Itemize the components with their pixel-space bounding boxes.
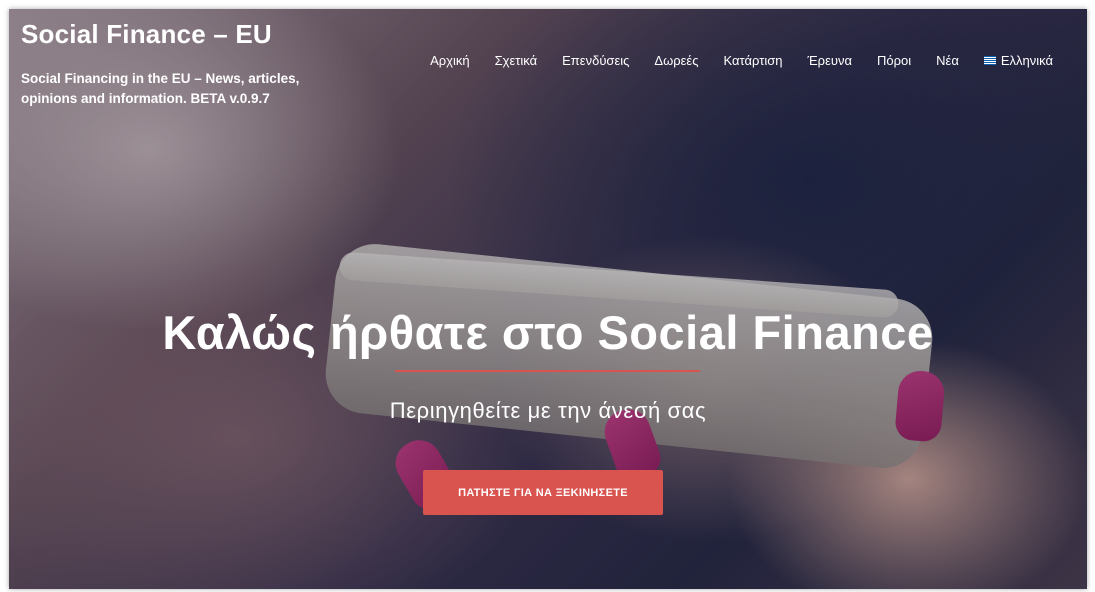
hero-subtitle: Περιηγηθείτε με την άνεσή σας	[389, 398, 707, 423]
nav-item-label: Ελληνικά	[1000, 53, 1053, 68]
greek-flag-icon	[983, 56, 996, 65]
nav-item-label: Κατάρτιση	[723, 53, 783, 68]
nav-item-about[interactable]: Σχετικά	[495, 53, 538, 68]
hero-divider	[395, 370, 700, 372]
nav-item-investments[interactable]: Επενδύσεις	[562, 53, 629, 68]
nav-item-label: Επενδύσεις	[562, 53, 630, 68]
nav-item-resources[interactable]: Πόροι	[877, 53, 911, 68]
nav-item-label: Έρευνα	[807, 53, 852, 68]
site-title-link[interactable]: Social Finance – EU	[21, 19, 272, 50]
hero-headline: Καλώς ήρθατε στο Social Finance	[162, 306, 934, 359]
site-tagline: Social Financing in the EU – News, artic…	[21, 71, 300, 106]
nav-item-label: Σχετικά	[494, 53, 538, 68]
nav-item-label: Δωρεές	[654, 53, 699, 68]
nav-item-label: Αρχική	[430, 53, 470, 68]
main-navigation: Αρχική Σχετικά Επενδύσεις Δωρεές Κατάρτι…	[430, 53, 1053, 68]
nav-item-home[interactable]: Αρχική	[430, 53, 470, 68]
browser-viewport: Social Finance – EU Social Financing in …	[9, 9, 1087, 589]
nav-item-donations[interactable]: Δωρεές	[654, 53, 698, 68]
nav-item-news[interactable]: Νέα	[936, 53, 959, 68]
nav-item-language[interactable]: Ελληνικά	[983, 53, 1053, 68]
nav-item-label: Πόροι	[877, 53, 912, 68]
nav-item-training[interactable]: Κατάρτιση	[724, 53, 783, 68]
nav-item-research[interactable]: Έρευνα	[807, 53, 852, 68]
get-started-button[interactable]: ΠΑΤΗΣΤΕ ΓΙΑ ΝΑ ΞΕΚΙΝΗΣΕΤΕ	[423, 470, 663, 515]
nav-item-label: Νέα	[936, 53, 959, 68]
